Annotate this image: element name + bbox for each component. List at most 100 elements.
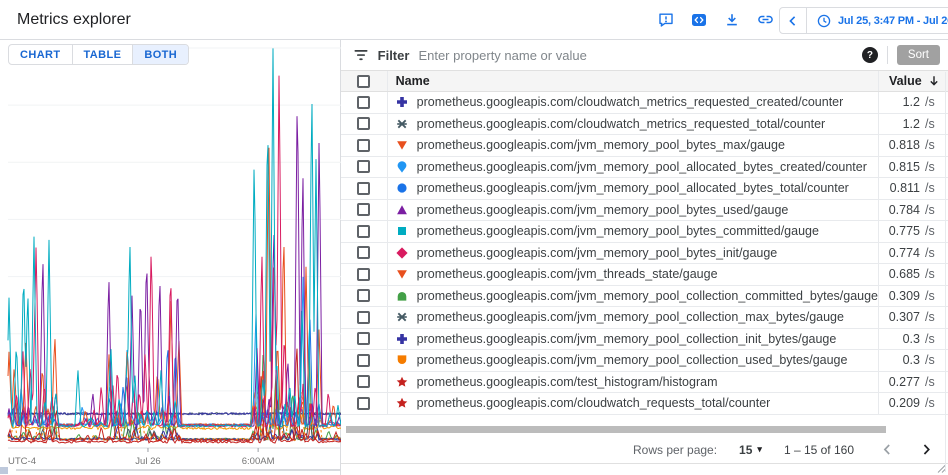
link-icon[interactable] bbox=[752, 7, 778, 33]
select-all-checkbox[interactable] bbox=[357, 75, 370, 88]
row-checkbox[interactable] bbox=[357, 182, 370, 195]
diamond-icon bbox=[396, 247, 408, 259]
metric-name: prometheus.googleapis.com/jvm_memory_poo… bbox=[417, 353, 848, 367]
code-icon[interactable] bbox=[686, 7, 712, 33]
rows-per-page-label: Rows per page: bbox=[633, 443, 717, 457]
table-row[interactable]: prometheus.googleapis.com/jvm_memory_poo… bbox=[341, 307, 948, 329]
dome-icon bbox=[396, 290, 408, 302]
app-header: Metrics explorer Jul 25, 3:47 PM - Jul 2… bbox=[0, 0, 948, 40]
table-row[interactable]: prometheus.googleapis.com/jvm_memory_poo… bbox=[341, 221, 948, 243]
sort-button[interactable]: Sort bbox=[897, 45, 940, 65]
metric-value: 1.2 bbox=[888, 117, 920, 131]
metric-value: 0.277 bbox=[888, 375, 920, 389]
row-checkbox[interactable] bbox=[357, 160, 370, 173]
row-checkbox[interactable] bbox=[357, 117, 370, 130]
drop-icon bbox=[396, 161, 408, 173]
metrics-rows: prometheus.googleapis.com/cloudwatch_met… bbox=[341, 92, 948, 415]
metric-unit: /s bbox=[925, 310, 940, 324]
filter-input[interactable] bbox=[418, 48, 852, 63]
table-row[interactable]: prometheus.googleapis.com/jvm_memory_poo… bbox=[341, 200, 948, 222]
table-row[interactable]: prometheus.googleapis.com/jvm_memory_poo… bbox=[341, 135, 948, 157]
metric-unit: /s bbox=[925, 117, 940, 131]
row-checkbox[interactable] bbox=[357, 225, 370, 238]
table-row[interactable]: prometheus.googleapis.com/jvm_memory_poo… bbox=[341, 286, 948, 308]
chart-panel: CHART TABLE BOTH 14/s12/s10/s8/s6/s4/s2/… bbox=[0, 40, 341, 475]
page-range-label: 1 – 15 of 160 bbox=[784, 443, 854, 457]
metric-value: 0.209 bbox=[888, 396, 920, 410]
row-checkbox[interactable] bbox=[357, 375, 370, 388]
panel-footer bbox=[341, 463, 948, 475]
chevron-left-icon[interactable] bbox=[880, 442, 895, 457]
metric-unit: /s bbox=[925, 160, 940, 174]
metric-unit: /s bbox=[925, 203, 940, 217]
triangle-up-icon bbox=[396, 204, 408, 216]
svg-text:Jul 26: Jul 26 bbox=[135, 456, 160, 467]
row-checkbox[interactable] bbox=[357, 332, 370, 345]
page-title: Metrics explorer bbox=[17, 11, 131, 29]
row-checkbox[interactable] bbox=[357, 246, 370, 259]
metrics-table-panel: Filter ? Sort Name Value prometheus.goog… bbox=[341, 40, 948, 475]
table-row[interactable]: prometheus.googleapis.com/jvm_threads_st… bbox=[341, 264, 948, 286]
chevron-left-icon[interactable] bbox=[780, 8, 807, 33]
metric-name: prometheus.googleapis.com/jvm_memory_poo… bbox=[417, 246, 778, 260]
metric-value: 0.784 bbox=[888, 203, 920, 217]
table-row[interactable]: prometheus.googleapis.com/jvm_memory_poo… bbox=[341, 329, 948, 351]
metric-name: prometheus.googleapis.com/test_histogram… bbox=[417, 375, 718, 389]
help-icon[interactable]: ? bbox=[862, 47, 878, 63]
table-row[interactable]: prometheus.googleapis.com/cloudwatch_req… bbox=[341, 393, 948, 415]
star-icon bbox=[396, 397, 408, 409]
plus-icon bbox=[396, 333, 408, 345]
metric-name: prometheus.googleapis.com/jvm_memory_poo… bbox=[417, 181, 849, 195]
metric-unit: /s bbox=[925, 224, 940, 238]
metric-name: prometheus.googleapis.com/jvm_memory_poo… bbox=[417, 138, 785, 152]
row-checkbox[interactable] bbox=[357, 96, 370, 109]
table-row[interactable]: prometheus.googleapis.com/jvm_memory_poo… bbox=[341, 243, 948, 265]
metric-unit: /s bbox=[925, 396, 940, 410]
time-range-label: Jul 25, 3:47 PM - Jul 26, 3:4 bbox=[838, 15, 948, 27]
metric-unit: /s bbox=[925, 353, 940, 367]
asterisk-icon bbox=[396, 118, 408, 130]
metric-value: 0.685 bbox=[888, 267, 920, 281]
row-checkbox[interactable] bbox=[357, 354, 370, 367]
metric-name: prometheus.googleapis.com/jvm_memory_poo… bbox=[417, 289, 878, 303]
page-size-select[interactable]: 15 ▾ bbox=[739, 443, 762, 457]
table-row[interactable]: prometheus.googleapis.com/cloudwatch_met… bbox=[341, 92, 948, 114]
tab-chart[interactable]: CHART bbox=[9, 45, 72, 64]
chart-scroll-corner bbox=[0, 467, 8, 474]
row-checkbox[interactable] bbox=[357, 397, 370, 410]
value-column-header[interactable]: Value bbox=[878, 71, 948, 91]
metric-name: prometheus.googleapis.com/jvm_threads_st… bbox=[417, 267, 718, 281]
shield-icon bbox=[396, 354, 408, 366]
tab-both[interactable]: BOTH bbox=[132, 45, 188, 64]
row-checkbox[interactable] bbox=[357, 268, 370, 281]
asterisk-icon bbox=[396, 311, 408, 323]
metric-value: 0.818 bbox=[888, 138, 920, 152]
name-column-header[interactable]: Name bbox=[388, 74, 878, 88]
table-row[interactable]: prometheus.googleapis.com/jvm_memory_poo… bbox=[341, 178, 948, 200]
table-row[interactable]: prometheus.googleapis.com/jvm_memory_poo… bbox=[341, 350, 948, 372]
tab-table[interactable]: TABLE bbox=[72, 45, 133, 64]
triangle-down-icon bbox=[396, 139, 408, 151]
table-header: Name Value bbox=[341, 70, 948, 92]
chevron-right-icon[interactable] bbox=[919, 442, 934, 457]
metric-name: prometheus.googleapis.com/cloudwatch_met… bbox=[417, 95, 844, 109]
row-checkbox[interactable] bbox=[357, 203, 370, 216]
table-row[interactable]: prometheus.googleapis.com/test_histogram… bbox=[341, 372, 948, 394]
metric-value: 1.2 bbox=[888, 95, 920, 109]
pagination: Rows per page: 15 ▾ 1 – 15 of 160 bbox=[341, 437, 948, 463]
metric-unit: /s bbox=[925, 375, 940, 389]
metric-unit: /s bbox=[925, 181, 940, 195]
square-icon bbox=[396, 225, 408, 237]
table-row[interactable]: prometheus.googleapis.com/jvm_memory_poo… bbox=[341, 157, 948, 179]
metric-unit: /s bbox=[925, 95, 940, 109]
table-row[interactable]: prometheus.googleapis.com/cloudwatch_met… bbox=[341, 114, 948, 136]
metric-name: prometheus.googleapis.com/jvm_memory_poo… bbox=[417, 160, 867, 174]
row-checkbox[interactable] bbox=[357, 139, 370, 152]
row-checkbox[interactable] bbox=[357, 311, 370, 324]
time-range-button[interactable]: Jul 25, 3:47 PM - Jul 26, 3:4 bbox=[807, 8, 948, 33]
download-icon[interactable] bbox=[719, 7, 745, 33]
table-horizontal-scrollbar[interactable] bbox=[346, 426, 887, 433]
feedback-icon[interactable] bbox=[653, 7, 679, 33]
row-checkbox[interactable] bbox=[357, 289, 370, 302]
metric-value: 0.3 bbox=[888, 353, 920, 367]
